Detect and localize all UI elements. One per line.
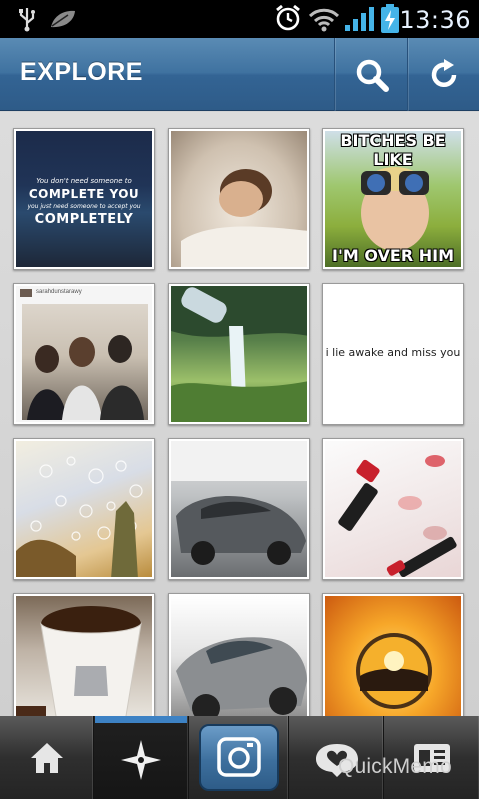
quickmemo-overlay: QuickMemo <box>338 755 452 778</box>
search-button[interactable] <box>334 38 406 111</box>
bubbles-image <box>16 456 143 577</box>
active-indicator <box>95 716 187 723</box>
refresh-button[interactable] <box>407 38 479 111</box>
camera-button-bg <box>199 724 279 791</box>
note-text: i lie awake and miss you <box>325 346 461 359</box>
avatar <box>20 289 32 297</box>
app-header: EXPLORE <box>0 38 479 111</box>
crystal-ball-image <box>356 633 432 709</box>
waterfall-image <box>171 286 307 422</box>
explore-grid: You don't need someone to COMPLETE YOU y… <box>0 112 479 716</box>
nav-camera[interactable] <box>189 716 289 799</box>
alarm-clock-icon <box>274 4 302 37</box>
battery-charging-icon <box>380 4 400 39</box>
tile-crystal-ball[interactable] <box>322 593 464 716</box>
leaf-icon <box>48 8 78 35</box>
coffee-cup-image <box>16 606 142 716</box>
tile-friends-photo[interactable]: sarahdunstarawy <box>13 283 155 425</box>
camera-icon <box>217 737 261 777</box>
meme-caption-bottom: I'M OVER HIM <box>332 246 454 265</box>
home-icon <box>31 743 63 773</box>
tile-binoculars-meme[interactable]: BITCHES BE LIKE I'M OVER HIM <box>322 128 464 270</box>
explore-icon <box>121 740 161 780</box>
lipstick-image <box>338 455 457 577</box>
usb-icon <box>16 6 38 37</box>
meme-caption-top: BITCHES BE LIKE <box>340 131 446 169</box>
tile-coffee-cup[interactable] <box>13 593 155 716</box>
refresh-icon <box>431 59 457 88</box>
username-label: sarahdunstarawy <box>36 289 82 295</box>
quote-text: You don't need someone to COMPLETE YOU y… <box>27 177 141 227</box>
search-icon <box>356 59 389 92</box>
sports-car-image <box>176 637 307 716</box>
page-title: EXPLORE <box>20 58 143 86</box>
silver-car-image <box>171 441 307 565</box>
tile-text-note[interactable]: i lie awake and miss you <box>322 283 464 425</box>
signal-icon <box>344 6 376 37</box>
nav-explore[interactable] <box>94 716 189 799</box>
tile-silver-car[interactable] <box>168 438 310 580</box>
tile-sports-car[interactable] <box>168 593 310 716</box>
tile-bubbles[interactable] <box>13 438 155 580</box>
tile-city-quote[interactable]: You don't need someone to COMPLETE YOU y… <box>13 128 155 270</box>
tile-waterfall-bottle[interactable] <box>168 283 310 425</box>
tile-man-sleeping[interactable] <box>168 128 310 270</box>
tile-lipstick[interactable] <box>322 438 464 580</box>
nav-home[interactable] <box>0 716 94 799</box>
status-time: 13:36 <box>399 6 471 34</box>
wifi-icon <box>308 6 340 37</box>
friends-image <box>22 304 148 420</box>
sleeping-man-image <box>181 169 307 267</box>
status-bar: 13:36 <box>0 0 479 38</box>
